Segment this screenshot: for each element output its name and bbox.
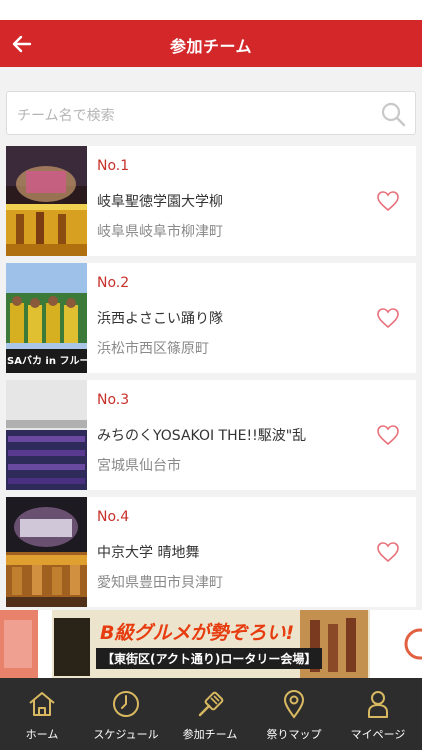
team-card[interactable]: No.1 岐阜聖徳学園大学柳 岐阜県岐阜市柳津町 [6,146,416,256]
favorite-heart-icon[interactable] [376,307,400,329]
team-name: 中京大学 晴地舞 [97,545,200,561]
team-number: No.3 [97,392,130,408]
team-card[interactable]: No.4 中京大学 晴地舞 愛知県豊田市貝津町 [6,497,416,607]
team-location: 宮城県仙台市 [97,458,181,474]
search-placeholder: チーム名で検索 [17,108,115,124]
team-photo [6,497,87,607]
team-card[interactable]: SAバカ in フルーツ No.2 浜西よさこい踊り隊 浜松市西区篠原町 [6,263,416,373]
tab-label: 参加チーム [182,728,238,741]
home-icon [29,692,55,716]
tab-label: スケジュール [93,728,159,741]
search-field[interactable]: チーム名で検索 [6,91,416,135]
banner-subtitle: 【東街区(アクト通り)ロータリー会場】 [96,648,323,669]
tab-schedule[interactable]: スケジュール [84,678,168,750]
favorite-heart-icon[interactable] [376,424,400,446]
app-header: 参加チーム [0,20,422,67]
favorite-heart-icon[interactable] [376,190,400,212]
team-number: No.1 [97,158,130,174]
banner-headline: B級グルメが勢ぞろい! [100,622,295,644]
favorite-heart-icon[interactable] [376,541,400,563]
team-card[interactable]: No.3 みちのくYOSAKOI THE!!駆波"乱 宮城県仙台市 [6,380,416,490]
tab-label: 祭りマップ [266,728,322,741]
team-name: みちのくYOSAKOI THE!!駆波"乱 [97,428,307,444]
team-location: 岐阜県岐阜市柳津町 [97,224,223,240]
team-name: 岐阜聖徳学園大学柳 [97,194,223,210]
tab-bar: ホーム スケジュール 参加チーム 祭りマップ マイページ [0,678,422,750]
team-number: No.2 [97,275,130,291]
map-pin-icon [283,690,305,719]
team-location: 浜松市西区篠原町 [97,341,209,357]
ad-banner[interactable]: B級グルメが勢ぞろい! 【東街区(アクト通り)ロータリー会場】 [0,610,422,678]
status-bar [0,0,422,20]
clock-icon [113,691,139,717]
tab-teams[interactable]: 参加チーム [168,678,252,750]
naruko-icon [198,691,224,717]
search-icon[interactable] [379,100,407,128]
team-photo-caption: SAバカ in フルーツ [7,356,87,367]
tab-label: ホーム [25,728,59,741]
page-title: 参加チーム [169,37,253,56]
tab-label: マイページ [350,728,406,741]
person-icon [368,691,388,718]
tab-map[interactable]: 祭りマップ [252,678,336,750]
team-photo [6,146,87,256]
team-location: 愛知県豊田市貝津町 [97,575,223,591]
team-photo [6,380,87,490]
tab-home[interactable]: ホーム [0,678,84,750]
tab-mypage[interactable]: マイページ [336,678,420,750]
team-name: 浜西よさこい踊り隊 [97,311,223,327]
team-number: No.4 [97,509,130,525]
